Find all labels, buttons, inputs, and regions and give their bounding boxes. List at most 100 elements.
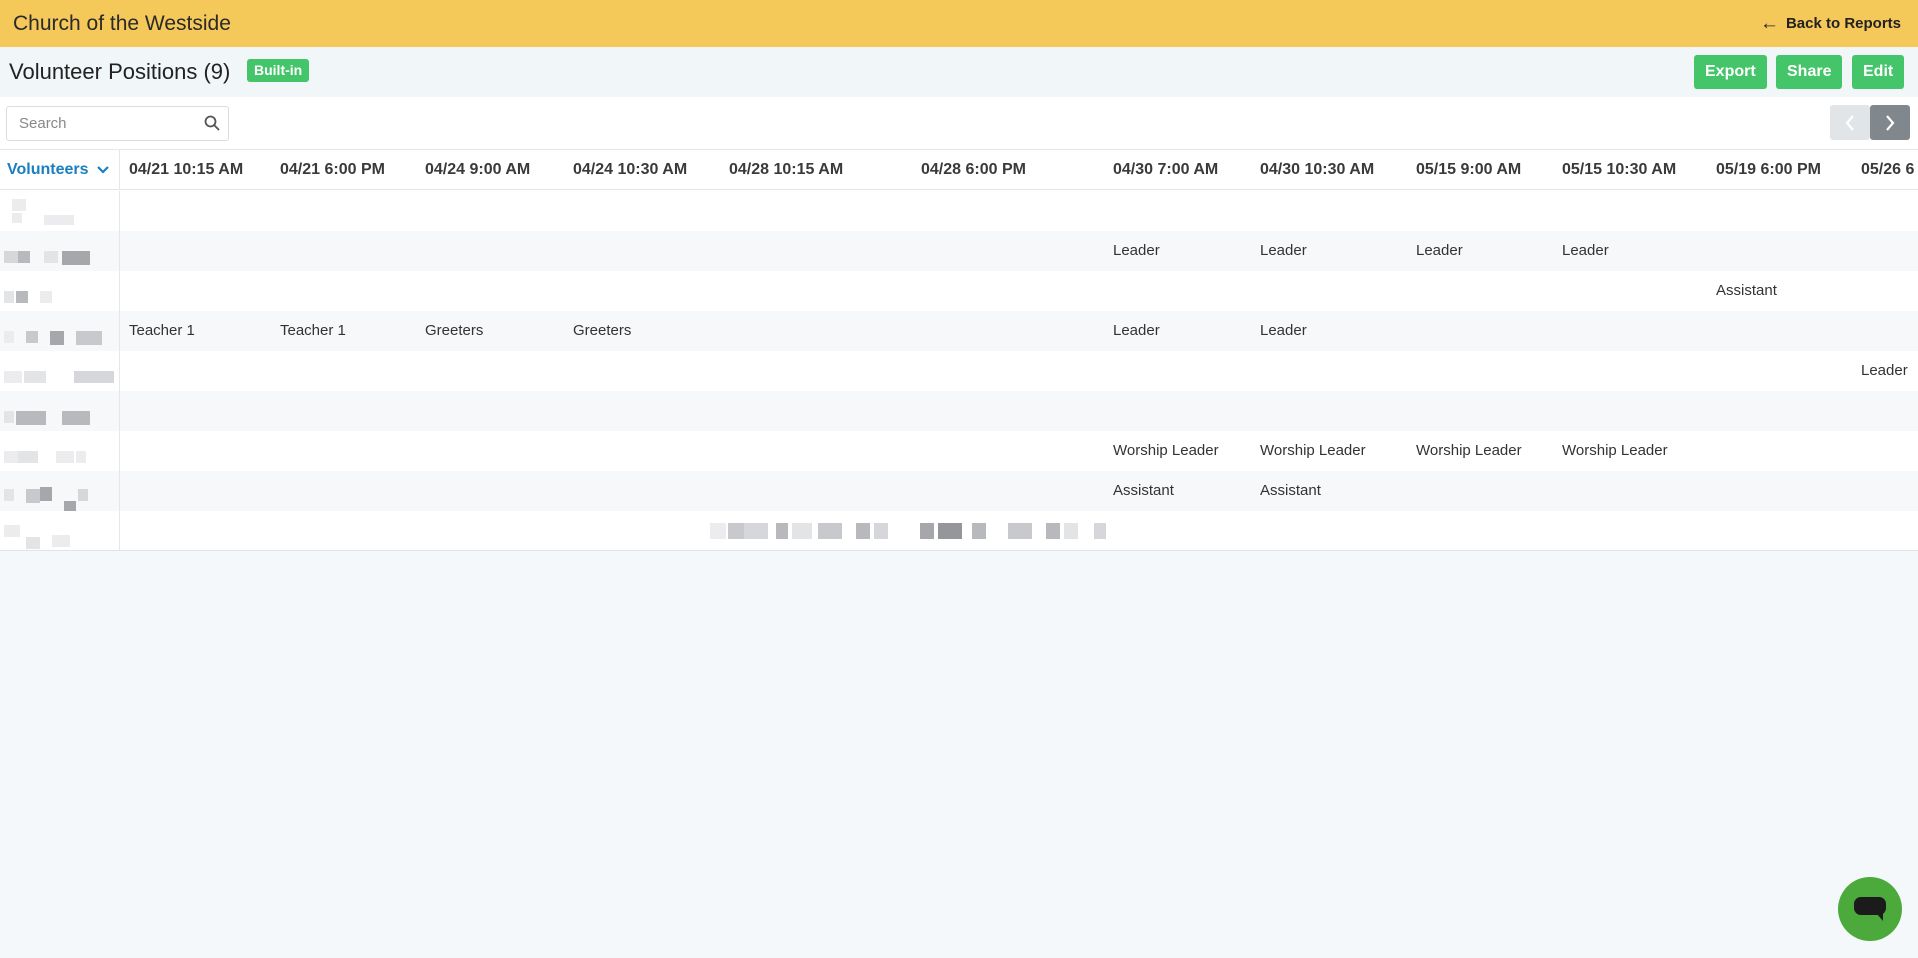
table-row: Assistant Assistant xyxy=(0,471,1918,511)
search-icon[interactable] xyxy=(204,115,220,131)
redacted-name-block xyxy=(4,525,20,537)
redacted-name-block xyxy=(12,199,26,211)
redacted-text-block xyxy=(1046,523,1060,539)
volunteer-name-cell[interactable] xyxy=(0,351,120,391)
redacted-name-block xyxy=(26,537,40,549)
redacted-text-block xyxy=(938,523,962,539)
previous-page-button[interactable] xyxy=(1830,105,1870,140)
search-box xyxy=(6,106,229,141)
back-to-reports-label: Back to Reports xyxy=(1785,15,1901,32)
chevron-left-icon xyxy=(1845,114,1854,131)
redacted-text-block xyxy=(972,523,986,539)
redacted-name-block xyxy=(12,213,22,223)
position-cell: Leader xyxy=(1113,242,1160,259)
redacted-text-block xyxy=(1008,523,1032,539)
position-cell: Worship Leader xyxy=(1113,442,1219,459)
table-row xyxy=(0,511,1918,550)
position-cell: Worship Leader xyxy=(1416,442,1522,459)
redacted-text-block xyxy=(1094,523,1106,539)
position-cell: Assistant xyxy=(1716,282,1777,299)
export-button[interactable]: Export xyxy=(1694,55,1767,89)
top-bar: Church of the Westside ← Back to Reports xyxy=(0,0,1918,47)
redacted-name-block xyxy=(40,291,52,303)
column-header: 05/15 10:30 AM xyxy=(1562,161,1677,178)
position-cell: Leader xyxy=(1416,242,1463,259)
redacted-name-block xyxy=(4,489,14,501)
column-header: 04/28 10:15 AM xyxy=(729,161,844,178)
redacted-text-block xyxy=(1064,523,1078,539)
redacted-name-block xyxy=(74,371,114,383)
edit-button[interactable]: Edit xyxy=(1852,55,1905,89)
column-header: 05/26 6 xyxy=(1861,161,1915,178)
org-name: Church of the Westside xyxy=(13,12,231,35)
next-page-button[interactable] xyxy=(1870,105,1910,140)
table-row xyxy=(0,391,1918,431)
chat-bubble-icon xyxy=(1854,897,1886,921)
volunteer-name-cell[interactable] xyxy=(0,391,120,431)
position-cell: Worship Leader xyxy=(1562,442,1668,459)
volunteer-name-cell[interactable] xyxy=(0,471,120,511)
chevron-right-icon xyxy=(1886,114,1895,131)
position-cell: Leader xyxy=(1260,242,1307,259)
volunteer-name-cell[interactable] xyxy=(0,231,120,271)
chat-button[interactable] xyxy=(1838,877,1902,941)
table-row: Teacher 1 Teacher 1 Greeters Greeters Leader… xyxy=(0,311,1918,351)
search-input[interactable] xyxy=(7,107,197,140)
built-in-badge: Built-in xyxy=(247,59,310,82)
back-to-reports-link[interactable]: ← Back to Reports xyxy=(1759,13,1901,34)
position-cell: Leader xyxy=(1562,242,1609,259)
position-cell: Assistant xyxy=(1113,482,1174,499)
arrow-left-icon: ← xyxy=(1759,13,1779,34)
report-header: Volunteer Positions (9) Built-in Export … xyxy=(0,47,1918,97)
redacted-text-block xyxy=(856,523,870,539)
volunteer-name-cell[interactable] xyxy=(0,431,120,471)
column-header: 04/30 7:00 AM xyxy=(1113,161,1219,178)
redacted-name-block xyxy=(76,331,102,345)
table-row: Worship Leader Worship Leader Worship Lead… xyxy=(0,431,1918,471)
column-header: 04/30 10:30 AM xyxy=(1260,161,1375,178)
redacted-name-block xyxy=(44,251,58,263)
redacted-name-block xyxy=(44,215,74,225)
redacted-name-block xyxy=(4,331,14,343)
redacted-name-block xyxy=(62,251,90,265)
position-cell: Leader xyxy=(1113,322,1160,339)
redacted-text-block xyxy=(744,523,768,539)
redacted-name-block xyxy=(4,371,22,383)
column-header: 04/28 6:00 PM xyxy=(921,161,1026,178)
redacted-text-block xyxy=(874,523,888,539)
position-cell: Greeters xyxy=(573,322,632,339)
column-header: 05/19 6:00 PM xyxy=(1716,161,1821,178)
position-cell: Leader xyxy=(1260,322,1307,339)
volunteers-column-label: Volunteers xyxy=(7,161,89,178)
volunteers-column-header[interactable]: Volunteers xyxy=(0,150,120,190)
position-cell: Leader xyxy=(1861,362,1908,379)
redacted-name-block xyxy=(4,291,14,303)
volunteer-grid: Volunteers 04/21 10:15 AM 04/21 6:00 PM … xyxy=(0,149,1918,551)
redacted-name-block xyxy=(4,451,18,463)
position-cell: Worship Leader xyxy=(1260,442,1366,459)
position-cell: Teacher 1 xyxy=(129,322,195,339)
volunteer-name-cell[interactable] xyxy=(0,271,120,311)
redacted-name-block xyxy=(62,411,90,425)
redacted-name-block xyxy=(26,489,40,503)
redacted-name-block xyxy=(24,371,46,383)
redacted-name-block xyxy=(50,331,64,345)
volunteer-name-cell[interactable] xyxy=(0,191,120,231)
column-header: 04/24 10:30 AM xyxy=(573,161,688,178)
redacted-name-block xyxy=(18,251,30,263)
share-button[interactable]: Share xyxy=(1776,55,1843,89)
redacted-name-block xyxy=(26,331,38,343)
column-header: 05/15 9:00 AM xyxy=(1416,161,1522,178)
table-row: Leader Leader Leader Leader xyxy=(0,231,1918,271)
volunteer-name-cell[interactable] xyxy=(0,311,120,351)
toolbar xyxy=(0,97,1918,149)
volunteer-name-cell[interactable] xyxy=(0,511,120,550)
redacted-text-block xyxy=(710,523,726,539)
redacted-name-block xyxy=(40,487,52,501)
table-row xyxy=(0,191,1918,231)
column-header: 04/21 10:15 AM xyxy=(129,161,244,178)
redacted-text-block xyxy=(776,523,788,539)
redacted-text-block xyxy=(818,523,842,539)
grid-header: Volunteers 04/21 10:15 AM 04/21 6:00 PM … xyxy=(0,150,1918,190)
redacted-name-block xyxy=(56,451,74,463)
